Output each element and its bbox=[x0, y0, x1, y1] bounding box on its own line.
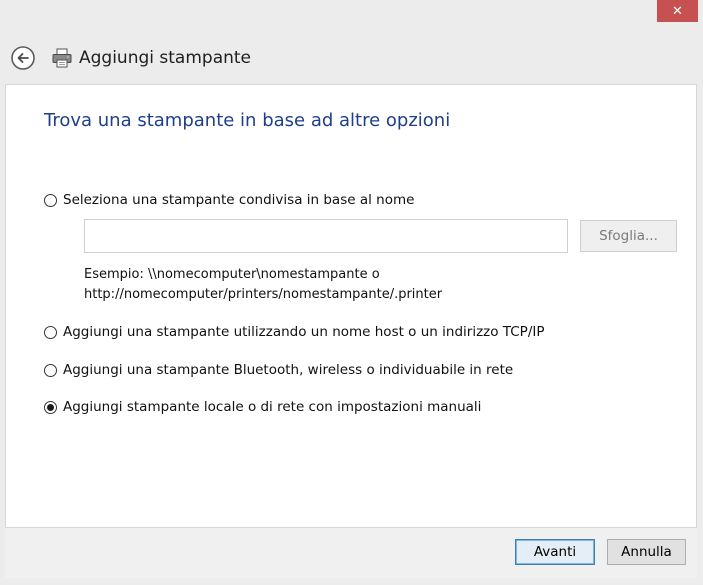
next-button[interactable]: Avanti bbox=[515, 539, 595, 565]
cancel-button[interactable]: Annulla bbox=[607, 539, 686, 565]
option-label: Aggiungi stampante locale o di rete con … bbox=[63, 399, 482, 415]
radio-local-manual[interactable] bbox=[44, 400, 57, 414]
option-tcpip-hostname[interactable]: Aggiungi una stampante utilizzando un no… bbox=[44, 323, 545, 341]
back-button[interactable] bbox=[11, 46, 35, 70]
radio-shared-printer[interactable] bbox=[44, 193, 57, 207]
radio-selected-dot bbox=[47, 403, 54, 411]
example-line-2: http://nomecomputer/printers/nomestampan… bbox=[84, 287, 443, 302]
wizard-footer: Avanti Annulla bbox=[5, 528, 697, 578]
radio-tcpip[interactable] bbox=[44, 325, 57, 339]
add-printer-window: ✕ Aggiungi stampante Trova una stampante… bbox=[0, 0, 703, 585]
close-button[interactable]: ✕ bbox=[657, 0, 698, 22]
option-shared-printer-by-name[interactable]: Seleziona una stampante condivisa in bas… bbox=[44, 191, 414, 209]
option-label: Aggiungi una stampante utilizzando un no… bbox=[63, 324, 545, 340]
window-title: Aggiungi stampante bbox=[79, 48, 252, 68]
printer-icon bbox=[51, 47, 73, 69]
option-label: Seleziona una stampante condivisa in bas… bbox=[63, 192, 415, 208]
shared-printer-name-input[interactable] bbox=[84, 219, 568, 253]
browse-button[interactable]: Sfoglia... bbox=[580, 220, 677, 252]
wizard-content: Trova una stampante in base ad altre opz… bbox=[5, 84, 697, 528]
back-arrow-icon bbox=[11, 46, 35, 70]
option-label: Aggiungi una stampante Bluetooth, wirele… bbox=[63, 362, 514, 378]
example-hint: Esempio: \\nomecomputer\nomestampante o … bbox=[84, 265, 442, 305]
radio-bluetooth-wireless[interactable] bbox=[44, 363, 57, 377]
option-bluetooth-wireless[interactable]: Aggiungi una stampante Bluetooth, wirele… bbox=[44, 361, 513, 379]
option-local-manual[interactable]: Aggiungi stampante locale o di rete con … bbox=[44, 398, 481, 416]
example-line-1: Esempio: \\nomecomputer\nomestampante o bbox=[84, 267, 380, 282]
page-heading: Trova una stampante in base ad altre opz… bbox=[44, 110, 451, 131]
close-icon: ✕ bbox=[672, 3, 683, 19]
